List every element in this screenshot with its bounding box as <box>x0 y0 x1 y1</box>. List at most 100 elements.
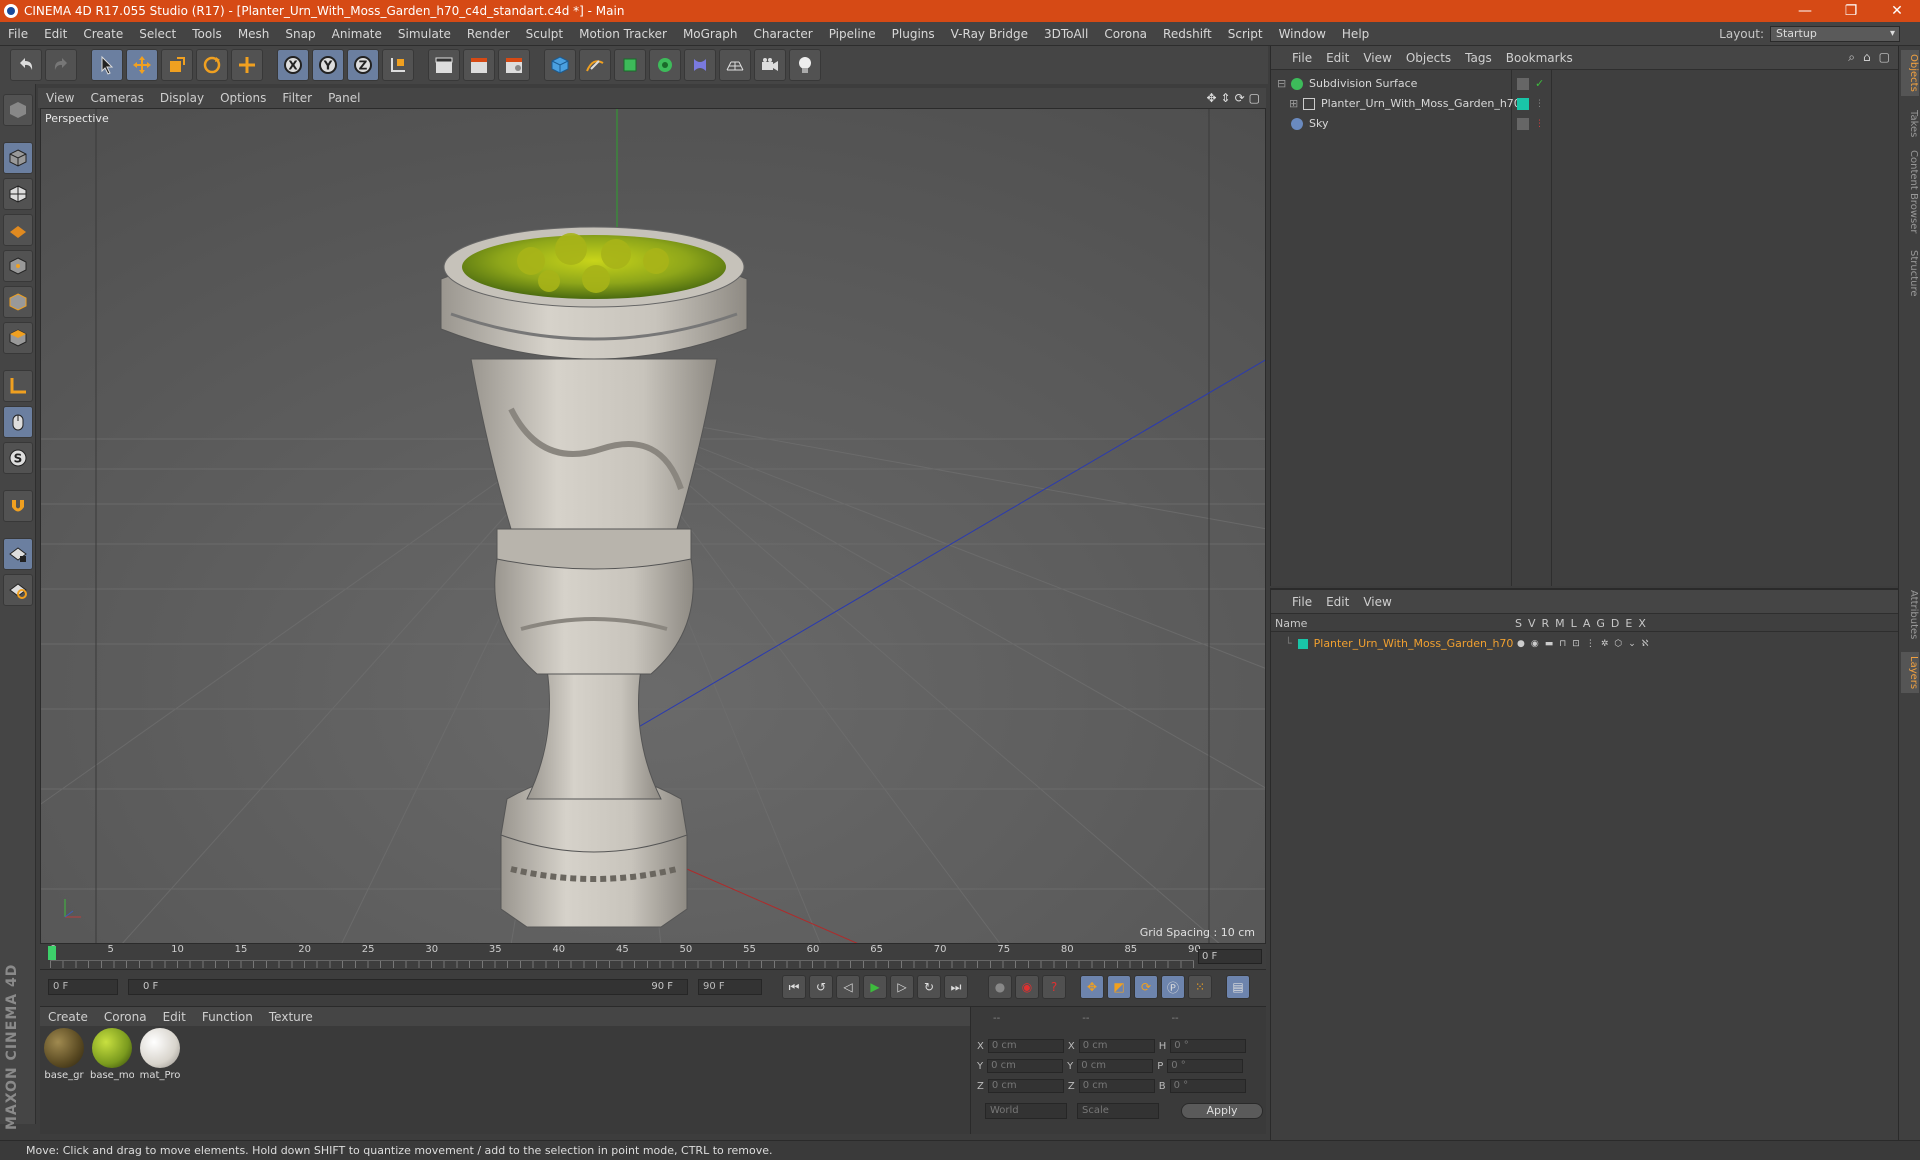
render-picture-viewer-button[interactable] <box>463 49 495 81</box>
end-frame-field[interactable]: 90 F <box>698 979 762 995</box>
xref-icon[interactable]: ℵ <box>1642 639 1649 649</box>
home-icon[interactable]: ⌂ <box>1863 50 1871 65</box>
add-array-button[interactable] <box>649 49 681 81</box>
move-tool[interactable] <box>126 49 158 81</box>
workplane-mode-button[interactable] <box>2 214 33 246</box>
next-frame-button[interactable]: ▷ <box>890 975 914 999</box>
layer-color-swatch[interactable] <box>1517 97 1529 110</box>
orbit-icon[interactable]: ⟳ <box>1235 91 1245 105</box>
add-deformer-button[interactable] <box>684 49 716 81</box>
menu-mesh[interactable]: Mesh <box>230 27 278 41</box>
z-axis-lock[interactable]: Z <box>347 49 379 81</box>
viewport-menu-panel[interactable]: Panel <box>320 91 368 105</box>
collapse-icon[interactable]: ⊟ <box>1277 77 1291 90</box>
menu-mograph[interactable]: MoGraph <box>675 27 746 41</box>
render-view-button[interactable] <box>428 49 460 81</box>
y-axis-lock[interactable]: Y <box>312 49 344 81</box>
menu-render[interactable]: Render <box>459 27 518 41</box>
visibility-dots-icon[interactable]: ⋮ <box>1535 99 1544 109</box>
menu-vray-bridge[interactable]: V-Ray Bridge <box>943 27 1036 41</box>
material-menu-corona[interactable]: Corona <box>96 1010 155 1024</box>
axis-mode-button[interactable] <box>2 370 33 402</box>
viewport-menu-cameras[interactable]: Cameras <box>82 91 151 105</box>
menu-corona[interactable]: Corona <box>1096 27 1155 41</box>
viewport-menu-filter[interactable]: Filter <box>274 91 320 105</box>
size-mode-dropdown[interactable]: Scale <box>1077 1103 1159 1119</box>
timeline-ruler[interactable]: 051015202530354045505560657075808590 0 F <box>40 944 1266 970</box>
lock-icon[interactable]: ⊡ <box>1572 639 1580 649</box>
generator-icon[interactable]: ✲ <box>1601 639 1609 649</box>
material-menu-texture[interactable]: Texture <box>261 1010 321 1024</box>
layer-tag-icon[interactable] <box>1517 77 1529 90</box>
add-light-button[interactable] <box>789 49 821 81</box>
menu-file[interactable]: File <box>0 27 36 41</box>
previous-frame-button[interactable]: ◁ <box>836 975 860 999</box>
add-floor-button[interactable] <box>719 49 751 81</box>
menu-character[interactable]: Character <box>745 27 820 41</box>
render-clapper-icon[interactable]: ▬ <box>1545 639 1554 649</box>
key-rotation-button[interactable]: ⟳ <box>1134 975 1158 999</box>
make-editable-button[interactable] <box>2 94 33 126</box>
tab-content-browser[interactable]: Content Browser <box>1901 146 1919 237</box>
eye-icon[interactable]: ◉ <box>1531 639 1539 649</box>
size-z-field[interactable]: 0 cm <box>1078 1079 1155 1093</box>
size-y-field[interactable]: 0 cm <box>1077 1059 1154 1073</box>
frame-range-slider[interactable]: 0 F 90 F <box>128 979 688 995</box>
go-to-start-button[interactable]: ⏮ <box>782 975 806 999</box>
model-mode-button[interactable] <box>2 142 33 174</box>
material-menu-create[interactable]: Create <box>40 1010 96 1024</box>
texture-mode-button[interactable] <box>2 178 33 210</box>
redo-button[interactable] <box>45 49 77 81</box>
menu-sculpt[interactable]: Sculpt <box>518 27 571 41</box>
expression-icon[interactable]: ⌄ <box>1628 639 1636 649</box>
points-mode-button[interactable] <box>2 250 33 282</box>
menu-create[interactable]: Create <box>75 27 131 41</box>
menu-3dtoall[interactable]: 3DToAll <box>1036 27 1096 41</box>
polygons-mode-button[interactable] <box>2 322 33 354</box>
menu-simulate[interactable]: Simulate <box>390 27 459 41</box>
layout-dropdown[interactable]: Startup <box>1770 25 1900 42</box>
object-row-planter-urn[interactable]: ⊞ Planter_Urn_With_Moss_Garden_h70 ⋮ <box>1271 94 1899 113</box>
rotate-tool[interactable] <box>196 49 228 81</box>
coordinate-space-dropdown[interactable]: World <box>985 1103 1067 1119</box>
close-button[interactable]: ✕ <box>1874 0 1920 22</box>
layer-row[interactable]: └ Planter_Urn_With_Moss_Garden_h70 ● ◉ ▬… <box>1271 634 1899 653</box>
workplane-lock-button[interactable] <box>2 538 33 570</box>
tab-takes[interactable]: Takes <box>1901 106 1919 141</box>
tab-attributes[interactable]: Attributes <box>1901 586 1919 643</box>
tab-layers[interactable]: Layers <box>1901 652 1919 694</box>
previous-key-button[interactable]: ↺ <box>809 975 833 999</box>
key-parameter-button[interactable]: Ⓟ <box>1161 975 1185 999</box>
key-scale-button[interactable]: ◩ <box>1107 975 1131 999</box>
menu-tools[interactable]: Tools <box>184 27 230 41</box>
timeline-window-button[interactable]: ▤ <box>1226 975 1250 999</box>
visibility-dots-icon[interactable]: ⋮ <box>1535 119 1544 129</box>
dolly-icon[interactable]: ⇕ <box>1221 91 1231 105</box>
menu-script[interactable]: Script <box>1220 27 1271 41</box>
render-settings-button[interactable] <box>498 49 530 81</box>
viewport-menu-view[interactable]: View <box>38 91 82 105</box>
layers-menu-view[interactable]: View <box>1356 595 1398 609</box>
position-x-field[interactable]: 0 cm <box>987 1039 1064 1053</box>
object-row-subdivision-surface[interactable]: ⊟ Subdivision Surface ✓ <box>1271 74 1899 93</box>
recent-tools-button[interactable] <box>231 49 263 81</box>
start-frame-field[interactable]: 0 F <box>48 979 118 995</box>
add-cube-button[interactable] <box>544 49 576 81</box>
go-to-end-button[interactable]: ⏭ <box>944 975 968 999</box>
menu-select[interactable]: Select <box>131 27 184 41</box>
menu-motion-tracker[interactable]: Motion Tracker <box>571 27 675 41</box>
objects-menu-objects[interactable]: Objects <box>1399 51 1458 65</box>
workplane-rotate-button[interactable] <box>2 574 33 606</box>
menu-animate[interactable]: Animate <box>324 27 390 41</box>
maximize-icon[interactable]: ▢ <box>1879 50 1890 65</box>
restore-button[interactable]: ❐ <box>1828 0 1874 22</box>
tweak-mode-button[interactable] <box>2 406 33 438</box>
menu-pipeline[interactable]: Pipeline <box>821 27 884 41</box>
record-keys-off-button[interactable]: ● <box>988 975 1012 999</box>
pan-icon[interactable]: ✥ <box>1206 91 1216 105</box>
material-menu-function[interactable]: Function <box>194 1010 261 1024</box>
add-spline-button[interactable] <box>579 49 611 81</box>
x-axis-lock[interactable]: X <box>277 49 309 81</box>
objects-menu-edit[interactable]: Edit <box>1319 51 1356 65</box>
layers-menu-file[interactable]: File <box>1285 595 1319 609</box>
